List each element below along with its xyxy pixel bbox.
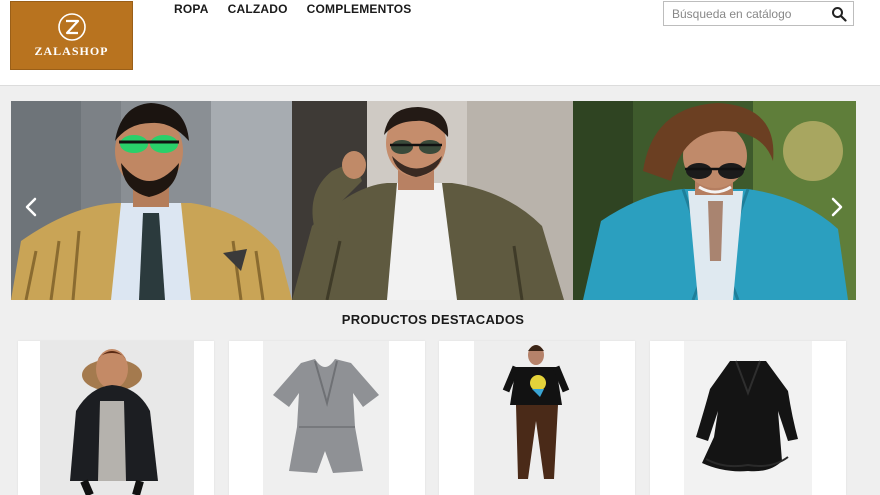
product-1-image bbox=[40, 341, 194, 495]
product-4-image bbox=[684, 341, 812, 495]
slide-1-photo bbox=[11, 101, 292, 300]
search-input[interactable] bbox=[664, 2, 824, 25]
featured-products-title: PRODUCTOS DESTACADOS bbox=[341, 312, 525, 327]
search-box bbox=[663, 1, 854, 26]
carousel-slide-2[interactable] bbox=[292, 101, 573, 300]
slide-3-photo bbox=[573, 101, 856, 300]
nav-item-complementos[interactable]: COMPLEMENTOS bbox=[307, 2, 412, 16]
brand-logo[interactable]: ZALASHOP bbox=[10, 1, 133, 70]
product-card-1[interactable] bbox=[18, 341, 214, 495]
product-card-3[interactable] bbox=[439, 341, 635, 495]
hero-carousel[interactable] bbox=[11, 101, 856, 300]
slide-2-photo bbox=[292, 101, 573, 300]
product-2-image bbox=[263, 341, 389, 495]
site-header: ZALASHOP ROPA CALZADO COMPLEMENTOS bbox=[0, 0, 880, 86]
carousel-slide-1[interactable] bbox=[11, 101, 292, 300]
brand-name: ZALASHOP bbox=[34, 44, 109, 58]
product-card-2[interactable] bbox=[229, 341, 425, 495]
main-nav: ROPA CALZADO COMPLEMENTOS bbox=[174, 2, 412, 16]
product-card-4[interactable] bbox=[650, 341, 846, 495]
chevron-left-icon bbox=[25, 197, 37, 217]
nav-item-ropa[interactable]: ROPA bbox=[174, 2, 209, 16]
product-3-image bbox=[474, 341, 600, 495]
nav-item-calzado[interactable]: CALZADO bbox=[228, 2, 288, 16]
carousel-slide-3[interactable] bbox=[573, 101, 856, 300]
carousel-next-button[interactable] bbox=[826, 194, 848, 220]
chevron-right-icon bbox=[831, 197, 843, 217]
logo-emblem-icon bbox=[57, 13, 86, 41]
carousel-prev-button[interactable] bbox=[20, 194, 42, 220]
search-icon[interactable] bbox=[831, 6, 847, 22]
